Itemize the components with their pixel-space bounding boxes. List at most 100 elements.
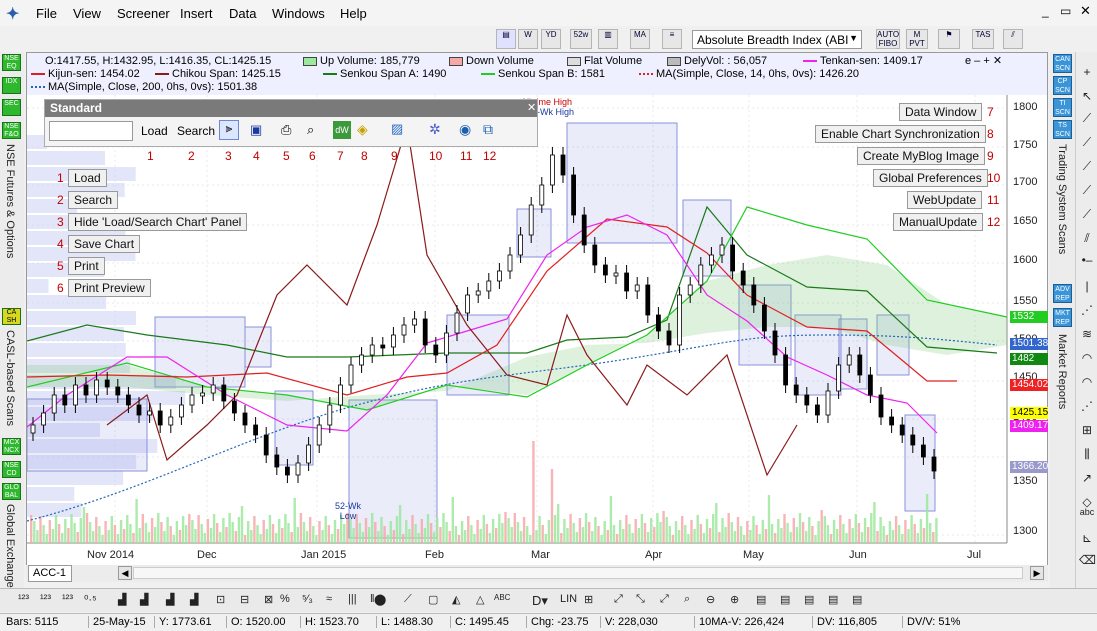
badge-nse-eq[interactable]: NSE EQ: [2, 54, 21, 71]
scale-icon[interactable]: ⁵⁄₃: [302, 593, 313, 605]
load-button[interactable]: Load: [68, 169, 107, 187]
grid-icon[interactable]: ⊞: [584, 593, 593, 606]
chart-bar7-icon[interactable]: ⊠: [264, 593, 273, 606]
badge-mkt-rep[interactable]: MKT REP: [1053, 308, 1072, 327]
badge-global[interactable]: GLO BAL: [2, 483, 21, 500]
wyd-icon[interactable]: W: [518, 29, 538, 49]
text-tool-icon[interactable]: abc: [1079, 504, 1095, 520]
lin-button[interactable]: LIN: [560, 593, 577, 605]
std-search-button[interactable]: Search: [177, 124, 215, 138]
menu-screener[interactable]: Screener: [117, 6, 170, 21]
zoom-fit-icon[interactable]: ⤢: [614, 593, 623, 606]
print-preview-button[interactable]: Print Preview: [68, 279, 151, 297]
crosshair-icon[interactable]: +: [1079, 64, 1095, 80]
badge-ts-scn[interactable]: TS SCN: [1053, 120, 1072, 139]
restore-icon[interactable]: ▭: [1060, 4, 1071, 18]
menu-windows[interactable]: Windows: [272, 6, 325, 21]
close-icon[interactable]: ✕: [1080, 3, 1091, 19]
line-draw-icon[interactable]: ⟋: [404, 593, 412, 606]
scroll-right-icon[interactable]: ▶: [1030, 566, 1044, 580]
data-window-button[interactable]: Data Window: [899, 103, 983, 121]
bar-icon[interactable]: ▥: [598, 29, 618, 49]
notes-icon[interactable]: ▤: [756, 593, 766, 606]
sl2-tool-icon[interactable]: ⟋: [1079, 182, 1095, 198]
chart-type-icon[interactable]: ▤: [496, 29, 516, 49]
scale2-icon[interactable]: ≈: [326, 593, 332, 605]
menu-help[interactable]: Help: [340, 6, 367, 21]
chart-sync-button[interactable]: Enable Chart Synchronization: [815, 125, 986, 143]
hilo-icon[interactable]: 52w: [570, 29, 592, 49]
print-button[interactable]: Print: [68, 257, 105, 275]
fib-fan-icon[interactable]: ⋰: [1079, 398, 1095, 414]
notes4-icon[interactable]: ▤: [828, 593, 838, 606]
print-preview-icon[interactable]: ⌕: [307, 122, 314, 138]
badge-nse-fo[interactable]: NSE F&O: [2, 122, 21, 139]
tl2-tool-icon[interactable]: ⟋: [1079, 206, 1095, 222]
std-load-button[interactable]: Load: [141, 124, 168, 138]
grid-tool-icon[interactable]: ⊞: [1079, 422, 1095, 438]
chart-bar-icon[interactable]: ▟: [118, 593, 126, 606]
poly-draw-icon[interactable]: ◭: [452, 593, 460, 606]
symbol-input[interactable]: [49, 121, 133, 141]
yd-icon[interactable]: YD: [541, 29, 561, 49]
pnf-icon[interactable]: ⬤: [374, 593, 386, 606]
badge-sec[interactable]: SEC: [2, 99, 21, 116]
hline-icon[interactable]: •–: [1079, 252, 1095, 268]
percent-icon[interactable]: %: [280, 593, 290, 605]
ma-icon[interactable]: MA: [630, 29, 650, 49]
tools-icon[interactable]: ⚑: [938, 29, 960, 49]
pivot-button[interactable]: M PVT: [906, 29, 928, 49]
chart-tab-acc[interactable]: ACC-1: [28, 565, 72, 582]
badge-can-scn[interactable]: CAN SCN: [1053, 54, 1072, 73]
standard-panel-close-icon[interactable]: ✕: [527, 101, 536, 114]
hide-panel-icon[interactable]: ⫸: [219, 120, 239, 140]
minimize-icon[interactable]: _: [1042, 4, 1049, 18]
auto-fibo-button[interactable]: AUTO FIBO: [876, 29, 900, 49]
chart-bar5-icon[interactable]: ⊡: [216, 593, 225, 606]
sl-tool-icon[interactable]: ⟋: [1079, 158, 1095, 174]
horizontal-scrollbar[interactable]: [133, 567, 1023, 579]
arc2-icon[interactable]: ◠: [1079, 374, 1095, 390]
notes3-icon[interactable]: ▤: [804, 593, 814, 606]
cycle-icon[interactable]: ⫼: [1079, 446, 1095, 462]
trendline-icon[interactable]: ⟋: [1079, 110, 1095, 126]
badge-cash[interactable]: CA SH: [2, 308, 21, 325]
myblog-icon[interactable]: ▨: [391, 121, 403, 137]
save-chart-button[interactable]: Save Chart: [68, 235, 141, 253]
arc-icon[interactable]: ◠: [1079, 350, 1095, 366]
zoom-icon[interactable]: ⌕: [684, 593, 690, 606]
measure-icon[interactable]: ⊾: [1079, 530, 1095, 546]
data-window-icon[interactable]: dW: [333, 121, 351, 139]
tri-draw-icon[interactable]: △: [476, 593, 484, 606]
zoom-expand-icon[interactable]: ⤢: [660, 593, 669, 606]
tl-tool-icon[interactable]: ⟋: [1079, 134, 1095, 150]
chart-bar2-icon[interactable]: ▟: [140, 593, 148, 606]
fan-icon[interactable]: ⋰: [1079, 302, 1095, 318]
badge-adv-rep[interactable]: ADV REP: [1053, 284, 1072, 303]
bar-count-icon[interactable]: ¹²³: [18, 593, 29, 605]
channel-icon[interactable]: ⫽: [1079, 230, 1095, 246]
menu-data[interactable]: Data: [229, 6, 256, 21]
arrow-tool-icon[interactable]: ↗: [1079, 470, 1095, 486]
indicator-select[interactable]: Absolute Breadth Index (ABI ▼: [692, 30, 862, 49]
manualupdate-icon[interactable]: ⧉: [483, 121, 493, 138]
save-icon[interactable]: ▣: [250, 122, 262, 138]
numbers-icon[interactable]: ¹²³: [40, 593, 51, 605]
notes5-icon[interactable]: ▤: [852, 593, 862, 606]
chart-sync-icon[interactable]: ◈: [357, 121, 368, 138]
menu-file[interactable]: File: [36, 6, 57, 21]
box-draw-icon[interactable]: ▢: [428, 593, 438, 606]
print-icon[interactable]: ⎙: [281, 122, 291, 138]
fib-icon[interactable]: ≋: [1079, 326, 1095, 342]
decimal-icon[interactable]: ⁰·⁵: [84, 593, 97, 606]
pointer-icon[interactable]: ↖: [1079, 88, 1095, 104]
badge-nse-cd[interactable]: NSE CD: [2, 461, 21, 478]
badge-mcx[interactable]: MCX NCX: [2, 438, 21, 455]
numbers2-icon[interactable]: ¹²³: [62, 593, 73, 605]
hide-panel-button[interactable]: Hide 'Load/Search Chart' Panel: [68, 213, 248, 231]
scroll-left-icon[interactable]: ◀: [118, 566, 132, 580]
webupdate-button[interactable]: WebUpdate: [907, 191, 983, 209]
d-dropdown-icon[interactable]: D▾: [532, 593, 548, 609]
chart-window-controls[interactable]: e – + ✕: [965, 54, 1002, 67]
preferences-icon[interactable]: ✲: [429, 121, 441, 138]
